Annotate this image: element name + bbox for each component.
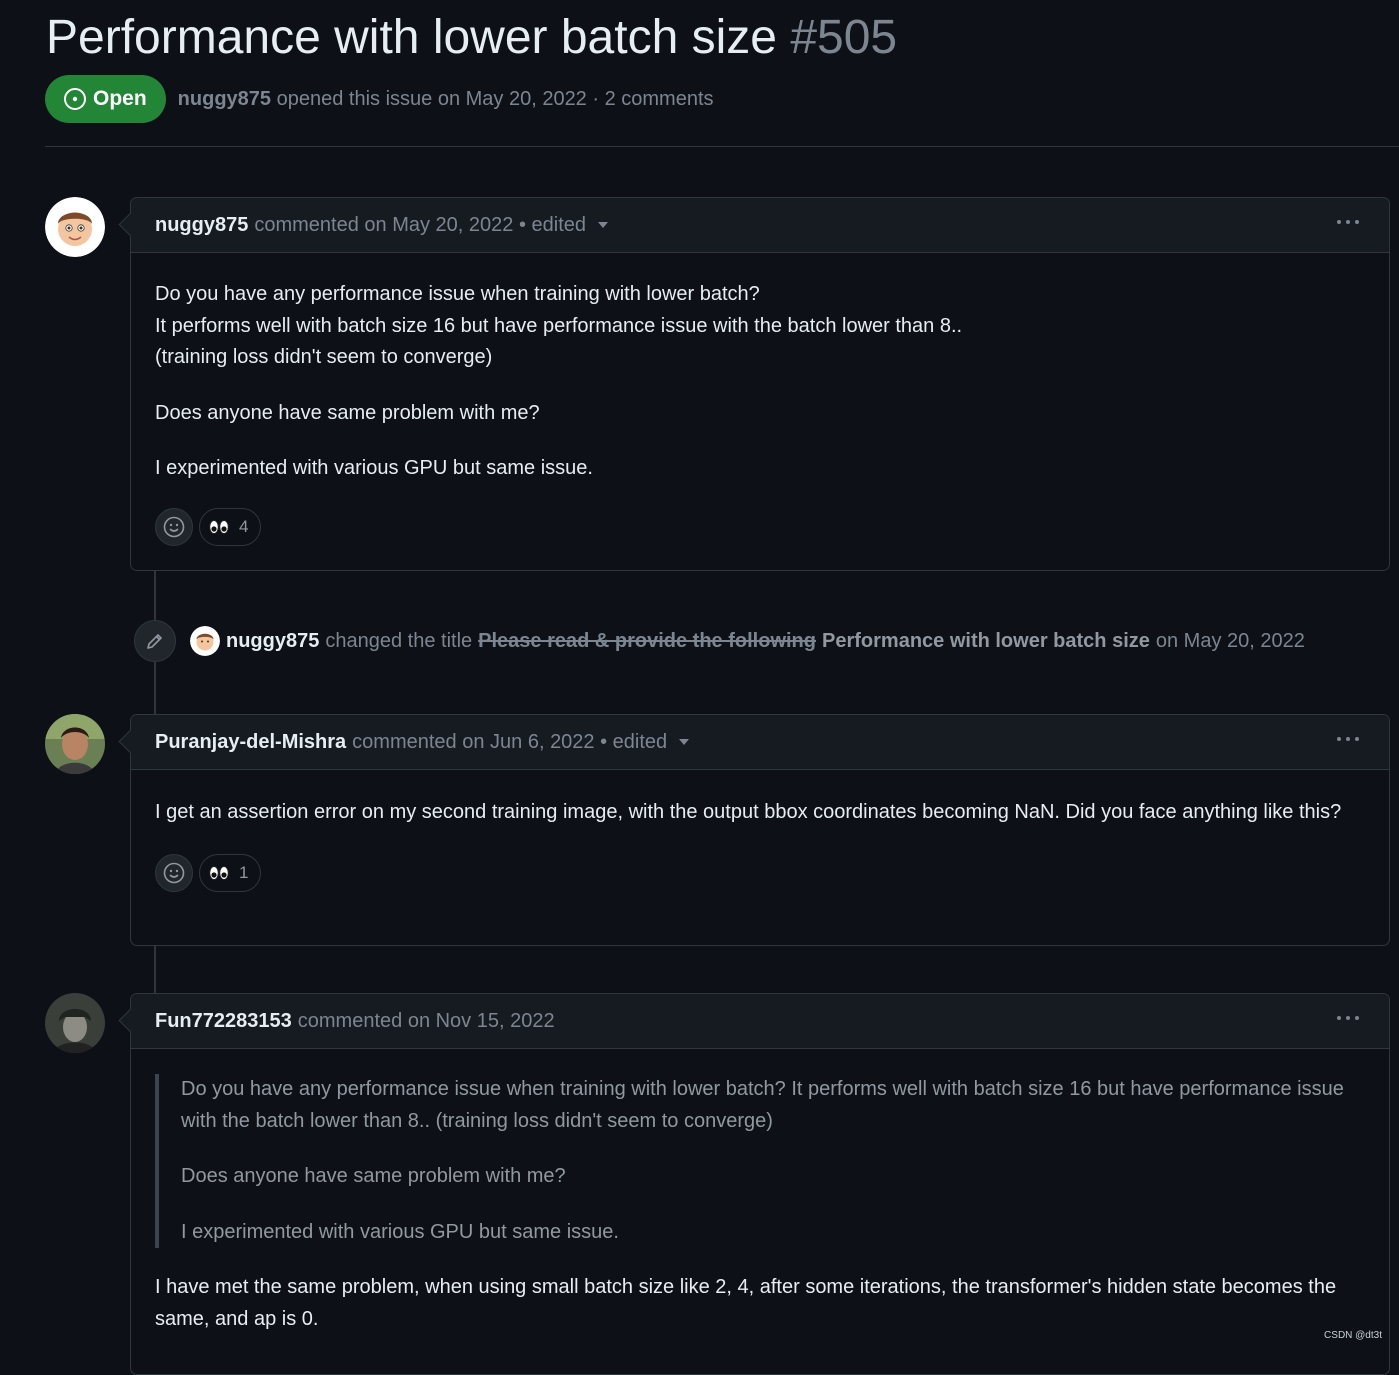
comment-date: commented on Jun 6, 2022 • edited — [352, 730, 668, 753]
comment-text: (training loss didn't seem to converge) — [155, 346, 493, 368]
comment-body: I get an assertion error on my second tr… — [131, 770, 1389, 892]
issue-number: #505 — [790, 11, 898, 64]
comment-body: Do you have any performance issue when t… — [131, 253, 1389, 546]
comment-author[interactable]: nuggy875 — [155, 214, 248, 237]
quote-text: I experimented with various GPU but same… — [181, 1220, 619, 1243]
new-title: Performance with lower batch size — [822, 629, 1150, 652]
avatar[interactable] — [45, 714, 105, 774]
comment-header: nuggy875 commented on May 20, 2022 • edi… — [118, 198, 1389, 253]
eyes-reaction-button[interactable]: 1 — [199, 853, 262, 892]
timeline-connector — [154, 662, 156, 714]
reaction-count: 1 — [239, 862, 249, 882]
comment-text: It performs well with batch size 16 but … — [155, 314, 963, 337]
quote-text: Does anyone have same problem with me? — [181, 1165, 566, 1187]
state-label: Open — [93, 87, 147, 110]
avatar[interactable] — [45, 993, 105, 1053]
kebab-icon[interactable] — [1337, 737, 1359, 741]
comment-text: Do you have any performance issue when t… — [155, 283, 760, 305]
header-divider — [45, 146, 1399, 147]
comment-3: Fun772283153 commented on Nov 15, 2022 D… — [118, 993, 1390, 1375]
event-date: on May 20, 2022 — [1155, 629, 1305, 652]
comment-author[interactable]: Puranjay-del-Mishra — [155, 731, 346, 754]
smiley-icon — [163, 862, 185, 883]
issue-title-row: Performance with lower batch size #505 — [46, 8, 897, 68]
avatar[interactable] — [45, 197, 105, 257]
comment-header: Puranjay-del-Mishra commented on Jun 6, … — [118, 715, 1389, 770]
reaction-count: 4 — [239, 516, 249, 536]
comment-author[interactable]: Fun772283153 — [155, 1010, 292, 1033]
issue-meta-text: nuggy875 opened this issue on May 20, 20… — [178, 88, 714, 111]
event-action: changed the title — [325, 629, 473, 652]
timeline-connector — [154, 945, 156, 994]
quote-text: Do you have any performance issue when t… — [181, 1078, 1344, 1132]
issue-open-icon — [64, 88, 86, 110]
comment-2: Puranjay-del-Mishra commented on Jun 6, … — [118, 714, 1390, 946]
pencil-icon — [134, 620, 176, 662]
comment-1: nuggy875 commented on May 20, 2022 • edi… — [118, 197, 1390, 571]
issue-opened-info: opened this issue on May 20, 2022 · 2 co… — [276, 87, 714, 110]
comment-text: I get an assertion error on my second tr… — [155, 801, 1342, 823]
open-state-badge: Open — [45, 75, 166, 123]
avatar[interactable] — [190, 626, 220, 656]
eyes-reaction-button[interactable]: 4 — [199, 507, 262, 546]
kebab-icon[interactable] — [1337, 220, 1359, 224]
kebab-icon[interactable] — [1337, 1016, 1359, 1020]
event-author[interactable]: nuggy875 — [226, 630, 319, 653]
issue-author-link[interactable]: nuggy875 — [178, 88, 271, 110]
comment-date: commented on Nov 15, 2022 — [297, 1009, 555, 1032]
old-title: Please read & provide the following — [478, 629, 816, 652]
add-reaction-button[interactable] — [155, 507, 193, 546]
caret-down-icon[interactable] — [598, 222, 609, 228]
smiley-icon — [163, 516, 185, 537]
comment-text: Does anyone have same problem with me? — [155, 401, 540, 424]
issue-title: Performance with lower batch size — [46, 11, 777, 64]
caret-down-icon[interactable] — [679, 739, 690, 745]
add-reaction-button[interactable] — [155, 853, 193, 892]
title-change-event: nuggy875 changed the title Please read &… — [134, 620, 1305, 662]
comment-header: Fun772283153 commented on Nov 15, 2022 — [118, 994, 1389, 1049]
watermark: CSDN @dt3t — [1324, 1330, 1382, 1341]
reactions-bar: 1 — [155, 853, 1365, 892]
timeline-connector — [154, 570, 156, 620]
issue-meta: Open nuggy875 opened this issue on May 2… — [45, 75, 714, 123]
blockquote: Do you have any performance issue when t… — [155, 1074, 1365, 1248]
eyes-icon — [209, 519, 229, 534]
comment-date: commented on May 20, 2022 • edited — [254, 213, 587, 236]
comment-body: Do you have any performance issue when t… — [131, 1049, 1389, 1335]
comment-text: I have met the same problem, when using … — [155, 1276, 1337, 1330]
comment-text: I experimented with various GPU but same… — [155, 457, 593, 479]
reactions-bar: 4 — [155, 507, 1365, 546]
eyes-icon — [209, 865, 229, 880]
